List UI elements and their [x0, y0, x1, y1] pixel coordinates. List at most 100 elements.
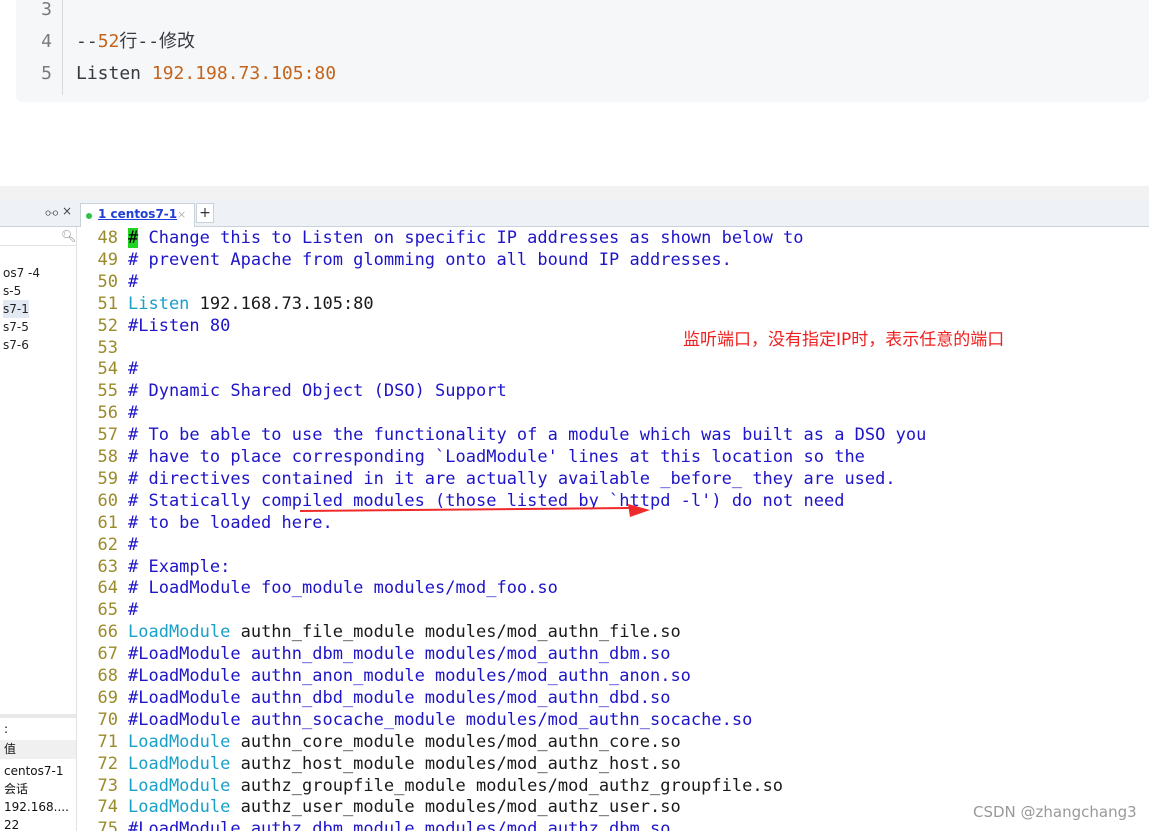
directive-value: authn_core_module modules/mod_authn_core… — [230, 731, 681, 752]
line-number: 59 — [97, 468, 118, 489]
line-text: # — [128, 359, 139, 380]
directive-value: authz_user_module modules/mod_authz_user… — [230, 797, 681, 818]
snippet-line-number: 4 — [41, 31, 52, 52]
snippet-line-number: 3 — [41, 0, 52, 20]
line-text: #LoadModule authn_socache_module modules… — [128, 709, 753, 730]
line-number: 61 — [97, 512, 118, 533]
search-icon[interactable]: 🔍︎ — [61, 229, 76, 243]
directive-value: 192.168.73.105:80 — [189, 293, 374, 314]
line-text: # LoadModule foo_module modules/mod_foo.… — [128, 578, 558, 599]
line-text: # directives contained in it are actuall… — [128, 468, 896, 489]
line-number: 68 — [97, 666, 118, 686]
line-text: LoadModule authz_user_module modules/mod… — [128, 796, 681, 818]
property-value: 22 — [4, 818, 20, 831]
tab-strip: ⯻ × 1 centos7-1 × + — [0, 200, 1149, 227]
line-text: #Listen 80 — [128, 315, 231, 336]
line-text: #LoadModule authn_anon_module modules/mo… — [128, 666, 691, 686]
line-text: #LoadModule authn_dbd_module modules/mod… — [128, 687, 671, 708]
line-text: # Example: — [128, 556, 231, 577]
line-number: 62 — [97, 534, 118, 555]
property-value: centos7-1 — [4, 764, 64, 778]
directive-value: authn_file_module modules/mod_authn_file… — [230, 622, 681, 643]
cursor-highlight: # — [128, 228, 139, 248]
line-text: LoadModule authn_file_module modules/mod… — [128, 621, 681, 643]
line-text: # have to place corresponding `LoadModul… — [128, 447, 865, 467]
line-text: # prevent Apache from glomming onto all … — [128, 249, 732, 270]
panel-close-icon[interactable]: × — [62, 204, 72, 218]
line-number: 54 — [97, 359, 118, 380]
line-number: 71 — [97, 731, 118, 752]
line-text: # Change this to Listen on specific IP a… — [128, 227, 804, 249]
line-number: 51 — [97, 293, 118, 314]
terminal-screenshot: ⯻ × 1 centos7-1 × + 🔍︎ os7 -4 s-5 s7-1 s… — [0, 186, 1149, 831]
line-number: 75 — [97, 819, 118, 831]
line-number: 50 — [97, 271, 118, 292]
line-text: # To be able to use the functionality of… — [128, 425, 927, 446]
line-number: 53 — [97, 337, 118, 358]
directive-keyword: LoadModule — [128, 775, 231, 796]
session-item[interactable]: s-5 — [3, 282, 21, 300]
code-snippet: 3 4 --52行--修改 5 Listen 192.198.73.105:80 — [16, 0, 1149, 102]
line-text: # — [128, 403, 139, 424]
tab-close-icon[interactable]: × — [177, 208, 186, 221]
line-text: # — [128, 534, 139, 555]
directive-keyword: LoadModule — [128, 622, 231, 643]
line-text: LoadModule authn_core_module modules/mod… — [128, 731, 681, 753]
line-text: LoadModule authz_groupfile_module module… — [128, 775, 783, 797]
watermark: CSDN @zhangchang3 — [973, 803, 1137, 821]
directive-keyword: LoadModule — [128, 731, 231, 752]
pin-icon[interactable]: ⯻ — [45, 205, 58, 224]
property-value: 192.168.... — [4, 800, 69, 814]
session-item[interactable]: s7-5 — [3, 318, 29, 336]
line-number: 74 — [97, 797, 118, 818]
directive-value: authz_host_module modules/mod_authz_host… — [230, 753, 681, 774]
property-value: 会话 — [4, 782, 29, 796]
property-header-name: : — [4, 722, 9, 736]
line-text: # Dynamic Shared Object (DSO) Support — [128, 381, 507, 402]
session-item-selected[interactable]: s7-1 — [3, 300, 29, 318]
line-number: 66 — [97, 622, 118, 643]
snippet-line-text: --52行--修改 — [76, 31, 196, 52]
directive-value: authz_groupfile_module modules/mod_authz… — [230, 775, 784, 796]
line-text: # — [128, 600, 139, 621]
tab-centos7-1[interactable]: 1 centos7-1 × — [80, 203, 195, 227]
line-number: 58 — [97, 447, 118, 467]
session-item[interactable]: os7 -4 — [3, 264, 40, 282]
line-number: 52 — [97, 315, 118, 336]
line-number: 63 — [97, 556, 118, 577]
line-text: #LoadModule authz_dbm_module modules/mod… — [128, 819, 671, 831]
line-number: 48 — [97, 228, 118, 248]
snippet-gutter-divider — [62, 0, 63, 95]
session-item[interactable]: s7-6 — [3, 336, 29, 354]
directive-keyword: LoadModule — [128, 797, 231, 818]
directive-keyword: Listen — [128, 293, 190, 314]
line-text: #LoadModule authn_dbm_module modules/mod… — [128, 644, 671, 665]
snippet-line-text: Listen 192.198.73.105:80 — [76, 63, 337, 84]
sidebar-splitter[interactable] — [0, 714, 76, 718]
line-text: # — [128, 271, 139, 292]
line-number: 67 — [97, 644, 118, 665]
session-search-input[interactable]: 🔍︎ — [0, 229, 76, 246]
annotation-arrow — [300, 504, 650, 517]
line-text: LoadModule authz_host_module modules/mod… — [128, 753, 681, 775]
property-header-value: 值 — [4, 742, 17, 756]
snippet-line-number: 5 — [41, 63, 52, 84]
line-number: 73 — [97, 775, 118, 796]
line-number: 55 — [97, 381, 118, 402]
line-text: Listen 192.168.73.105:80 — [128, 293, 374, 315]
new-tab-button[interactable]: + — [196, 203, 214, 223]
directive-keyword: LoadModule — [128, 753, 231, 774]
line-number: 57 — [97, 425, 118, 446]
line-number: 65 — [97, 600, 118, 621]
line-number: 70 — [97, 709, 118, 730]
line-number: 49 — [97, 249, 118, 270]
session-sidebar: 🔍︎ os7 -4 s-5 s7-1 s7-5 s7-6 : 值 centos7… — [0, 227, 77, 831]
line-number: 72 — [97, 753, 118, 774]
line-number: 56 — [97, 403, 118, 424]
cropped-header — [0, 186, 1149, 200]
tab-label[interactable]: 1 centos7-1 — [98, 207, 177, 221]
terminal-code-view[interactable]: 48 # Change this to Listen on specific IP… — [76, 227, 1149, 831]
comment-text: Change this to Listen on specific IP add… — [138, 228, 804, 248]
line-number: 69 — [97, 687, 118, 708]
connected-status-icon — [86, 213, 92, 219]
